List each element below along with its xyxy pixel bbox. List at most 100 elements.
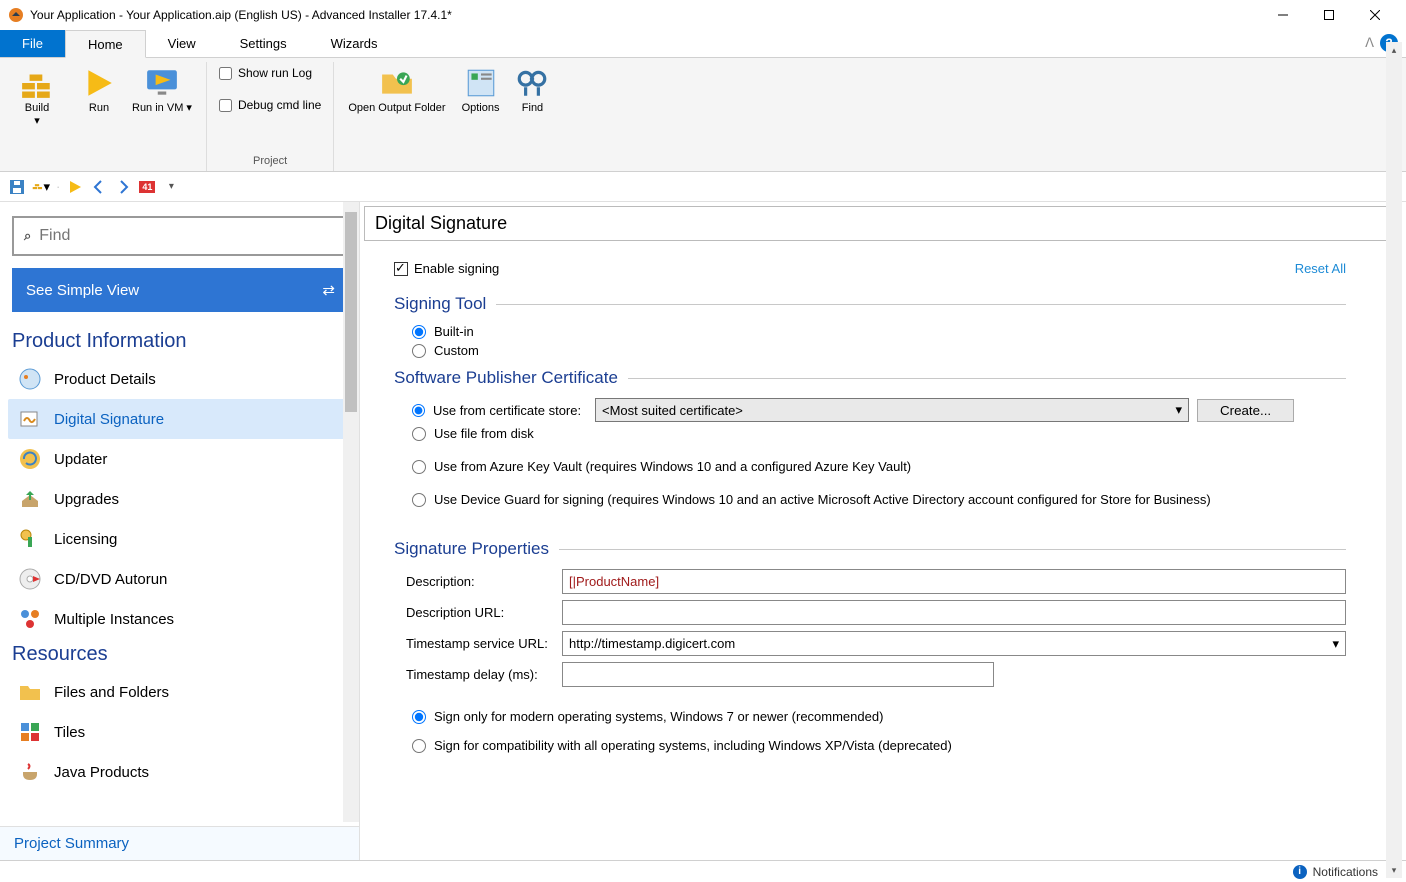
window-buttons: [1260, 0, 1398, 30]
signature-icon: [18, 407, 42, 431]
sidebar-scrollbar[interactable]: [343, 202, 359, 822]
java-icon: [18, 760, 42, 784]
tab-home[interactable]: Home: [65, 30, 146, 58]
section-product-info: Product Information: [8, 326, 353, 359]
tab-view[interactable]: View: [146, 30, 218, 57]
sidebar-item-updater[interactable]: Updater: [8, 439, 353, 479]
folder-icon: [18, 680, 42, 704]
run-icon: [82, 66, 116, 100]
open-output-button[interactable]: Open Output Folder: [342, 62, 451, 165]
use-store-radio[interactable]: [412, 404, 425, 417]
chevron-down-icon: ▾: [1175, 402, 1182, 418]
sidebar-item-files-folders[interactable]: Files and Folders: [8, 672, 353, 712]
sidebar-item-tiles[interactable]: Tiles: [8, 712, 353, 752]
ribbon-group-project-label: Project: [253, 153, 287, 171]
tiles-icon: [18, 720, 42, 744]
quick-access-bar: ▾ · 41 ▾: [0, 172, 1406, 202]
sidebar-item-java[interactable]: Java Products: [8, 752, 353, 792]
back-icon[interactable]: [90, 178, 108, 196]
chevron-down-icon: ▾: [1332, 636, 1339, 652]
search-input-container[interactable]: ⌕: [12, 216, 349, 256]
find-button[interactable]: Find: [509, 62, 555, 165]
custom-radio[interactable]: Custom: [412, 343, 1346, 358]
folder-open-icon: [380, 66, 414, 100]
tab-file[interactable]: File: [0, 30, 65, 57]
minimize-button[interactable]: [1260, 0, 1306, 30]
spc-header: Software Publisher Certificate: [394, 368, 1346, 388]
maximize-button[interactable]: [1306, 0, 1352, 30]
search-icon: ⌕: [24, 228, 31, 244]
upgrades-icon: [18, 487, 42, 511]
ribbon: Build▾ Run Run in VM ▾ Show run Log Debu…: [0, 58, 1406, 172]
build-icon: [20, 66, 54, 100]
forward-icon[interactable]: [114, 178, 132, 196]
build-button[interactable]: Build▾: [14, 62, 60, 165]
cert-store-select[interactable]: <Most suited certificate>▾: [595, 398, 1189, 422]
collapse-ribbon-icon[interactable]: ᐱ: [1365, 35, 1374, 51]
save-icon[interactable]: [8, 178, 26, 196]
close-button[interactable]: [1352, 0, 1398, 30]
sidebar: ⌕ See Simple View ⇄ Product Information …: [0, 202, 360, 860]
app-icon: [8, 7, 24, 23]
cd-icon: [18, 567, 42, 591]
timestamp-url-combo[interactable]: http://timestamp.digicert.com▾: [562, 631, 1346, 656]
updater-icon: [18, 447, 42, 471]
badge-icon[interactable]: 41: [138, 178, 156, 196]
swap-icon: ⇄: [322, 281, 335, 299]
sidebar-item-product-details[interactable]: Product Details: [8, 359, 353, 399]
section-resources: Resources: [8, 639, 353, 672]
page-title: Digital Signature: [364, 206, 1402, 241]
build-quick-icon[interactable]: ▾: [32, 178, 50, 196]
run-in-vm-button[interactable]: Run in VM ▾: [126, 62, 198, 165]
info-icon: i: [1293, 865, 1307, 879]
sidebar-item-upgrades[interactable]: Upgrades: [8, 479, 353, 519]
debug-cmd-check[interactable]: Debug cmd line: [219, 98, 321, 112]
customize-quick-icon[interactable]: ▾: [162, 178, 180, 196]
content: Digital Signature Enable signing Reset A…: [360, 202, 1406, 860]
description-label: Description:: [406, 574, 554, 589]
find-icon: [515, 66, 549, 100]
sidebar-item-digital-signature[interactable]: Digital Signature: [8, 399, 353, 439]
description-url-field[interactable]: [562, 600, 1346, 625]
project-summary-button[interactable]: Project Summary: [0, 826, 359, 860]
separator: ·: [56, 179, 60, 194]
sig-props-header: Signature Properties: [394, 539, 1346, 559]
enable-signing-check[interactable]: Enable signing: [394, 261, 499, 276]
timestamp-url-label: Timestamp service URL:: [406, 636, 554, 651]
licensing-icon: [18, 527, 42, 551]
window-title: Your Application - Your Application.aip …: [30, 8, 1260, 22]
content-scrollbar[interactable]: ▴ ▾: [1386, 42, 1402, 878]
tab-wizards[interactable]: Wizards: [309, 30, 400, 57]
options-button[interactable]: Options: [456, 62, 506, 165]
multi-icon: [18, 607, 42, 631]
create-button[interactable]: Create...: [1197, 399, 1294, 422]
description-url-label: Description URL:: [406, 605, 554, 620]
options-icon: [464, 66, 498, 100]
menu-tabs: File Home View Settings Wizards ᐱ ?: [0, 30, 1406, 58]
tab-settings[interactable]: Settings: [218, 30, 309, 57]
notifications-button[interactable]: Notifications: [1313, 865, 1378, 879]
timestamp-delay-label: Timestamp delay (ms):: [406, 667, 554, 682]
run-vm-icon: [145, 66, 179, 100]
builtin-radio[interactable]: Built-in: [412, 324, 1346, 339]
use-file-radio[interactable]: Use file from disk: [412, 426, 1346, 441]
run-button[interactable]: Run: [76, 62, 122, 165]
sidebar-item-licensing[interactable]: Licensing: [8, 519, 353, 559]
main: ⌕ See Simple View ⇄ Product Information …: [0, 202, 1406, 860]
status-bar: i Notifications: [0, 860, 1406, 882]
sign-compat-radio[interactable]: Sign for compatibility with all operatin…: [412, 738, 1346, 753]
sidebar-item-cdvd[interactable]: CD/DVD Autorun: [8, 559, 353, 599]
timestamp-delay-field[interactable]: [562, 662, 994, 687]
use-device-guard-radio[interactable]: Use Device Guard for signing (requires W…: [412, 492, 1346, 507]
simple-view-button[interactable]: See Simple View ⇄: [12, 268, 349, 312]
search-input[interactable]: [39, 227, 337, 245]
sign-modern-radio[interactable]: Sign only for modern operating systems, …: [412, 709, 1346, 724]
description-field[interactable]: [562, 569, 1346, 594]
show-run-log-check[interactable]: Show run Log: [219, 66, 321, 80]
run-quick-icon[interactable]: [66, 178, 84, 196]
product-details-icon: [18, 367, 42, 391]
use-azure-radio[interactable]: Use from Azure Key Vault (requires Windo…: [412, 459, 1346, 474]
reset-all-link[interactable]: Reset All: [1295, 261, 1346, 276]
sidebar-item-multi-instances[interactable]: Multiple Instances: [8, 599, 353, 639]
signing-tool-header: Signing Tool: [394, 294, 1346, 314]
